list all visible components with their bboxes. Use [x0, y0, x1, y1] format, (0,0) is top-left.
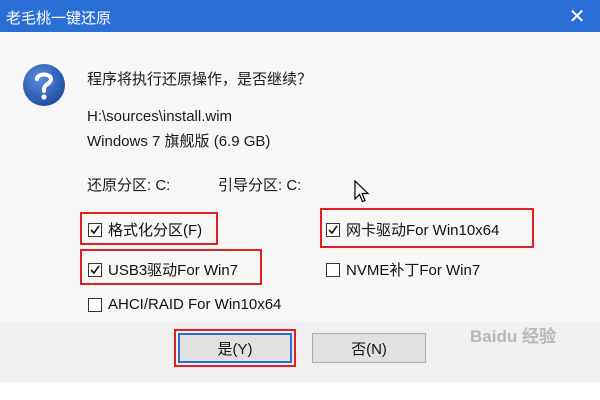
format-partition-checkbox[interactable]: 格式化分区(F): [88, 219, 202, 240]
check-icon: [90, 265, 100, 274]
question-icon: [23, 64, 65, 106]
bottom-strip: [0, 382, 600, 400]
restore-dialog: 老毛桃一键还原 ✕ 程序将执行还原操作，是否继续？ H:\sources\ins…: [0, 0, 600, 400]
checkbox-box: [88, 222, 102, 237]
yes-button-label: 是(Y): [217, 340, 253, 358]
window-title: 老毛桃一键还原: [6, 10, 112, 27]
checkbox-box: [88, 297, 102, 312]
nvme-patch-win7-checkbox[interactable]: NVME补丁For Win7: [326, 259, 480, 280]
title-bar: 老毛桃一键还原 ✕: [0, 0, 600, 32]
usb3-driver-win7-label: USB3驱动For Win7: [108, 262, 239, 279]
check-icon: [328, 225, 338, 234]
nvme-patch-win7-label: NVME补丁For Win7: [346, 262, 481, 279]
image-info: Windows 7 旗舰版 (6.9 GB): [87, 133, 271, 150]
yes-button[interactable]: 是(Y): [178, 333, 292, 363]
confirm-question: 程序将执行还原操作，是否继续？: [87, 71, 313, 88]
close-icon: ✕: [568, 5, 586, 28]
ahci-raid-win10x64-label: AHCI/RAID For Win10x64: [108, 296, 282, 313]
baidu-watermark: Baidu 经验: [470, 327, 556, 346]
mouse-cursor-icon: [354, 180, 370, 203]
nic-driver-win10x64-label: 网卡驱动For Win10x64: [346, 222, 500, 239]
format-partition-label: 格式化分区(F): [108, 222, 203, 239]
usb3-driver-win7-checkbox[interactable]: USB3驱动For Win7: [88, 259, 238, 280]
boot-partition: 引导分区: C:: [218, 177, 302, 194]
restore-partition: 还原分区: C:: [87, 177, 171, 194]
no-button[interactable]: 否(N): [312, 333, 426, 363]
source-path: H:\sources\install.wim: [87, 108, 233, 125]
checkbox-box: [326, 262, 340, 277]
check-icon: [90, 225, 100, 234]
checkbox-box: [88, 262, 102, 277]
ahci-raid-win10x64-checkbox[interactable]: AHCI/RAID For Win10x64: [88, 296, 281, 313]
no-button-label: 否(N): [351, 340, 387, 358]
close-button[interactable]: ✕: [554, 0, 600, 32]
checkbox-box: [326, 222, 340, 237]
nic-driver-win10x64-checkbox[interactable]: 网卡驱动For Win10x64: [326, 219, 499, 240]
